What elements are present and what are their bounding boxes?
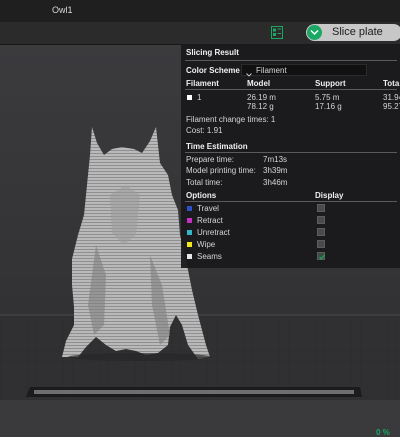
unretract-display-checkbox[interactable] — [317, 228, 325, 236]
filament-color-swatch — [187, 95, 192, 100]
unretract-color-swatch — [187, 230, 192, 235]
travel-display-checkbox[interactable] — [317, 204, 325, 212]
total-length: 31.94 — [383, 93, 400, 102]
option-label: Unretract — [197, 228, 230, 237]
support-weight: 17.16 g — [315, 102, 342, 111]
wipe-display-checkbox[interactable] — [317, 240, 325, 248]
support-length: 5.75 m — [315, 93, 340, 102]
prepare-time-label: Prepare time: — [186, 155, 235, 164]
column-model: Model — [247, 79, 271, 88]
model-printing-time-label: Model printing time: — [186, 166, 256, 175]
color-scheme-value: Filament — [256, 66, 287, 75]
option-label: Seams — [197, 252, 222, 261]
option-label: Wipe — [197, 240, 216, 249]
seams-display-checkbox[interactable] — [317, 252, 326, 260]
total-weight: 95.27 — [383, 102, 400, 111]
slice-plate-button[interactable]: Slice plate — [306, 24, 400, 41]
column-filament: Filament — [186, 79, 219, 88]
panel-title: Slicing Result — [186, 48, 239, 57]
plate-list-icon[interactable] — [271, 26, 283, 39]
total-time-value: 3h46m — [263, 178, 288, 187]
color-scheme-label: Color Scheme — [186, 66, 240, 75]
model-printing-time-value: 3h39m — [263, 166, 288, 175]
slice-plate-label: Slice plate — [332, 26, 383, 38]
retract-display-checkbox[interactable] — [317, 216, 325, 224]
display-header: Display — [315, 191, 344, 200]
model-weight: 78.12 g — [247, 102, 274, 111]
option-label: Retract — [197, 216, 223, 225]
retract-color-swatch — [187, 218, 192, 223]
slicing-result-panel: Slicing Result Color Scheme Filament Fil… — [181, 44, 400, 268]
filament-change-times: Filament change times: 1 — [186, 115, 276, 124]
travel-color-swatch — [187, 206, 192, 211]
model-length: 26.19 m — [247, 93, 276, 102]
cost: Cost: 1.91 — [186, 126, 223, 135]
total-time-label: Total time: — [186, 178, 223, 187]
title-bar: Owl1 — [0, 0, 400, 23]
options-header: Options — [186, 191, 217, 200]
prepare-time-value: 7m13s — [263, 155, 288, 164]
toolbar: Slice plate — [0, 22, 400, 45]
column-total: Tota — [383, 79, 400, 88]
wipe-color-swatch — [187, 242, 192, 247]
time-estimation-title: Time Estimation — [186, 142, 248, 151]
zoom-readout: 0 % — [376, 428, 390, 437]
color-scheme-select[interactable]: Filament — [241, 64, 367, 77]
seams-color-swatch — [187, 254, 192, 259]
option-label: Travel — [197, 204, 219, 213]
check-icon — [319, 254, 326, 260]
column-support: Support — [315, 79, 346, 88]
window-title: Owl1 — [52, 5, 73, 15]
chevron-down-icon[interactable] — [307, 25, 322, 40]
filament-index: 1 — [197, 93, 202, 102]
